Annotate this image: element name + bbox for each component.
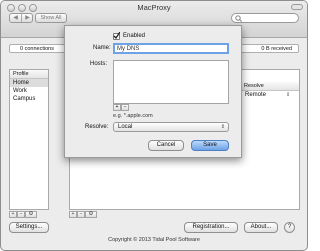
received-status: 0 B received bbox=[233, 44, 299, 53]
gear-icon: ⚙ bbox=[88, 211, 94, 217]
window-title: MacProxy bbox=[137, 3, 171, 12]
connections-status: 0 connections bbox=[9, 44, 67, 53]
name-label: Name: bbox=[93, 45, 111, 51]
checkmark-icon bbox=[113, 32, 120, 39]
registration-button[interactable]: Registration... bbox=[184, 222, 238, 233]
settings-button[interactable]: Settings... bbox=[9, 222, 49, 233]
profile-item-label: Home bbox=[13, 80, 30, 86]
name-field-value: My DNS bbox=[117, 46, 140, 52]
profile-item-work[interactable]: Work bbox=[10, 87, 48, 95]
profile-item-home[interactable]: Home bbox=[10, 79, 48, 87]
add-rule-button[interactable]: + bbox=[69, 211, 77, 218]
profile-item-label: Work bbox=[13, 88, 27, 94]
profile-list[interactable]: Profile Home Work Campus bbox=[9, 69, 49, 210]
received-bytes: 0 B received bbox=[261, 46, 292, 52]
save-button[interactable]: Save bbox=[191, 140, 229, 151]
add-profile-button[interactable]: + bbox=[9, 211, 17, 218]
remove-profile-button[interactable]: − bbox=[17, 211, 25, 218]
toolbar-toggle-button[interactable] bbox=[291, 4, 303, 10]
profile-item-campus[interactable]: Campus bbox=[10, 95, 48, 103]
resolve-label: Resolve: bbox=[85, 124, 109, 130]
hosts-hint: e.g. *.apple.com bbox=[113, 113, 153, 119]
resolve-select-value: Local bbox=[118, 124, 133, 130]
hosts-list[interactable] bbox=[113, 60, 229, 104]
forward-arrow-icon[interactable]: ▶ bbox=[22, 14, 33, 22]
about-button[interactable]: About... bbox=[244, 222, 278, 233]
macproxy-window: MacProxy ◀ ▶ Show All 0 connections 0 B … bbox=[0, 0, 308, 251]
profile-action-menu[interactable]: ⚙ bbox=[25, 211, 37, 218]
remove-rule-button[interactable]: − bbox=[77, 211, 85, 218]
profile-header-label: Profile bbox=[13, 71, 29, 77]
resolve-select[interactable]: Local ⇕ bbox=[113, 122, 229, 132]
connections-count: 0 connections bbox=[20, 46, 54, 52]
profile-item-label: Campus bbox=[13, 96, 36, 102]
enabled-checkbox[interactable] bbox=[113, 32, 120, 40]
name-field[interactable]: My DNS bbox=[113, 43, 229, 54]
help-button[interactable]: ? bbox=[284, 222, 295, 233]
copyright-text: Copyright © 2013 Tidal Pool Software bbox=[108, 237, 200, 243]
back-forward-control: ◀ ▶ bbox=[9, 13, 33, 23]
rule-edit-sheet: Enabled Name: My DNS Hosts: + − e.g. *.a… bbox=[64, 25, 242, 158]
chevron-updown-icon[interactable]: ⇕ bbox=[286, 91, 290, 99]
search-icon bbox=[235, 15, 242, 22]
rule-row[interactable]: Remote ⇕ bbox=[242, 91, 299, 99]
rule-action-menu[interactable]: ⚙ bbox=[85, 211, 97, 218]
rule-resolve-value: Remote bbox=[245, 92, 267, 98]
chevron-updown-icon: ⇕ bbox=[220, 124, 225, 130]
resolve-column-header: Resolve bbox=[244, 83, 264, 89]
back-arrow-icon[interactable]: ◀ bbox=[10, 14, 22, 22]
profile-list-header: Profile bbox=[10, 70, 48, 79]
hosts-label: Hosts: bbox=[90, 61, 108, 67]
gear-icon: ⚙ bbox=[28, 211, 34, 217]
show-all-button[interactable]: Show All bbox=[35, 13, 67, 23]
remove-host-button[interactable]: − bbox=[121, 104, 129, 111]
enabled-label: Enabled bbox=[123, 33, 146, 39]
search-field[interactable] bbox=[231, 13, 299, 23]
cancel-button[interactable]: Cancel bbox=[148, 140, 184, 151]
add-host-button[interactable]: + bbox=[113, 104, 121, 111]
